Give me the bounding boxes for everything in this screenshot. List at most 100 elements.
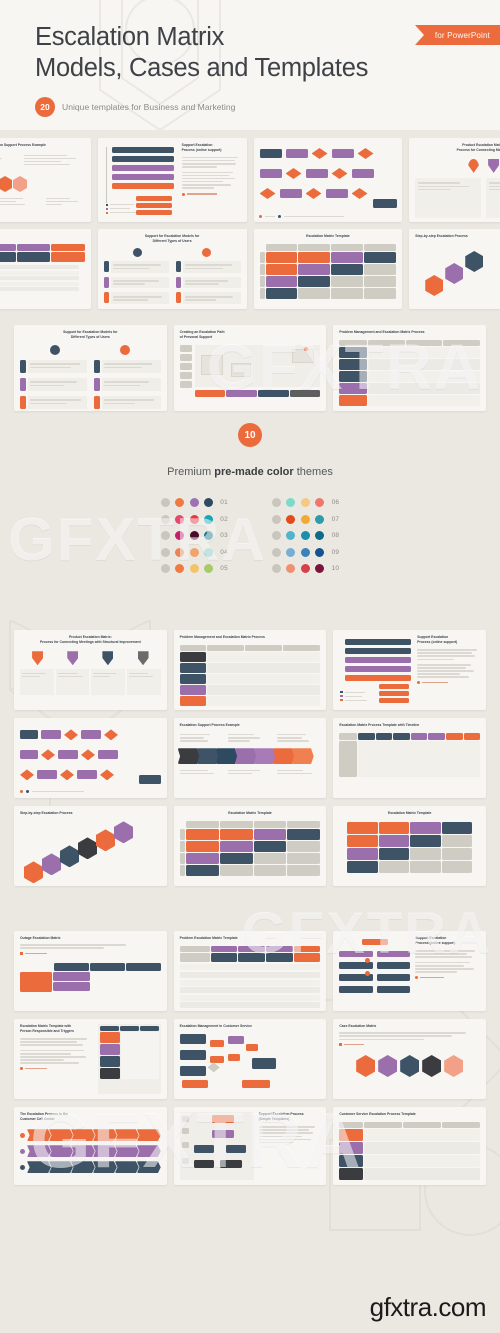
slide-title: Support Escalation Process (online suppo… — [417, 635, 458, 645]
slide-title: Escalation Matrix Template — [228, 811, 272, 816]
slide-title: The Escalation Process in the Customer C… — [20, 1112, 69, 1122]
theme-swatch — [160, 564, 170, 574]
theme-column-right: 06 07 08 09 10 — [272, 498, 340, 574]
themes-heading-bold: pre-made color — [214, 466, 294, 478]
theme-number: 05 — [220, 565, 228, 573]
slide-row-3: Support for Escalation Models for Differ… — [0, 309, 500, 411]
theme-column-left: 01 02 03 04 05 — [160, 498, 228, 574]
slide-thumbnail[interactable]: Escalation Matrix Template — [333, 806, 487, 887]
theme-row-09[interactable]: 09 — [272, 547, 340, 557]
theme-row-04[interactable]: 04 — [160, 547, 228, 557]
slide-title: Outage Escalation Matrix — [20, 936, 61, 941]
slide-row-4: Product Escalation Matrix: Process for C… — [0, 573, 500, 711]
theme-number: 09 — [331, 548, 340, 556]
theme-swatch — [175, 564, 185, 574]
slide-thumbnail[interactable]: Escalation Matrix Process Template with … — [333, 718, 487, 799]
theme-swatch — [175, 514, 185, 524]
slide-thumbnail[interactable]: Escalation Matrix Template — [173, 806, 327, 887]
slide-thumbnail[interactable]: Creating an Escalation Path of Personal … — [173, 325, 327, 411]
theme-swatch — [315, 564, 325, 574]
slide-thumbnail[interactable]: Escalation Matrix Template — [253, 229, 403, 309]
slide-row-5: Escalation Support Process Example Escal… — [0, 710, 500, 799]
slide-thumbnail[interactable]: Support Escalation Process (Simple Templ… — [173, 1107, 327, 1186]
slide-title: Escalation Management in Customer Servic… — [179, 1024, 253, 1029]
slide-thumbnail[interactable]: Product Escalation Matrix: Process for C… — [14, 630, 167, 711]
theme-row-08[interactable]: 08 — [272, 531, 339, 541]
theme-swatch — [272, 547, 281, 557]
slide-thumbnail[interactable]: Problem Management and Escalation Matrix… — [173, 630, 327, 711]
slide-title: Support for Escalation Models for Differ… — [144, 234, 200, 243]
slide-row-6: Step-by-step Escalation Process Escalati… — [0, 798, 500, 887]
slide-thumbnail[interactable]: Case Escalation Matrix — [333, 1019, 487, 1100]
slide-title: Product Escalation Matrix: Process for C… — [456, 143, 500, 152]
slide-title: Escalation Matrix Template — [387, 811, 432, 816]
theme-swatch — [160, 498, 170, 507]
slide-thumbnail[interactable]: Escalation Management in Customer Servic… — [173, 1019, 327, 1100]
slide-thumbnail[interactable]: Step-by-step Escalation Process — [409, 229, 500, 309]
title-line-2: Models, Cases and Templates — [35, 54, 369, 82]
slide-row-2: Escalation Matrix Template — [0, 222, 500, 309]
slide-thumbnail[interactable]: Step-by-step Escalation Process — [14, 806, 167, 887]
themes-heading-post: themes — [293, 466, 333, 478]
theme-row-05[interactable]: 05 — [160, 564, 228, 574]
slide-thumbnail[interactable]: Product Escalation Matrix: Process for C… — [409, 138, 500, 222]
themes-heading-pre: Premium — [167, 466, 215, 478]
slide-thumbnail[interactable]: Support for Escalation Models for Differ… — [14, 325, 167, 411]
slide-thumbnail[interactable]: Support Escalation Process (online suppo… — [333, 630, 487, 711]
themes-heading: Premium pre-made color themes — [0, 466, 500, 478]
theme-number: 06 — [331, 499, 340, 506]
slide-row-1: Escalation Support Process Example — [0, 130, 500, 222]
slide-thumbnail[interactable]: Customer Service Escalation Process Temp… — [333, 1107, 487, 1186]
theme-swatch — [272, 498, 281, 507]
slide-title: Escalation Matrix Template with Person R… — [20, 1024, 74, 1034]
slide-thumbnail[interactable] — [253, 138, 403, 222]
slide-thumbnail[interactable]: Problem Management and Escalation Matrix… — [333, 325, 487, 411]
theme-swatch — [203, 564, 213, 574]
theme-swatch — [300, 514, 310, 524]
slide-thumbnail[interactable]: Support Escalation Process (online suppo… — [333, 931, 487, 1012]
theme-swatch — [315, 531, 325, 541]
page-header: Escalation Matrix Models, Cases and Temp… — [0, 0, 500, 130]
slide-thumbnail[interactable]: Problem Escalation Matrix Template — [173, 931, 327, 1012]
powerpoint-ribbon-badge: for PowerPoint — [414, 25, 500, 45]
slide-thumbnail[interactable]: Escalation Matrix Template with Person R… — [14, 1019, 167, 1100]
slide-row-8: Escalation Matrix Template with Person R… — [0, 1011, 500, 1100]
title-line-1: Escalation Matrix — [35, 23, 225, 51]
slide-title: Support Escalation Process (online suppo… — [415, 936, 456, 946]
theme-number: 04 — [220, 548, 228, 556]
theme-swatch — [175, 498, 185, 507]
slide-thumbnail[interactable] — [14, 718, 167, 799]
theme-row-03[interactable]: 03 — [160, 531, 228, 541]
theme-swatch — [175, 531, 185, 541]
theme-swatch — [272, 514, 281, 524]
theme-row-10[interactable]: 10 — [272, 564, 339, 574]
slide-title: Escalation Support Process Example — [0, 143, 46, 147]
theme-row-02[interactable]: 02 — [160, 514, 228, 524]
theme-swatch — [272, 531, 281, 541]
slide-thumbnail[interactable]: Support for Escalation Models for Differ… — [97, 229, 247, 309]
theme-swatch — [300, 531, 310, 541]
slide-row-9: The Escalation Process in the Customer C… — [0, 1099, 500, 1186]
theme-row-07[interactable]: 07 — [272, 514, 339, 524]
slide-title: Customer Service Escalation Process Temp… — [339, 1112, 416, 1117]
page-root: Escalation Matrix Models, Cases and Temp… — [0, 0, 500, 1333]
slide-title: Support Escalation Process (Simple Templ… — [258, 1112, 304, 1122]
theme-row-06[interactable]: 06 — [272, 498, 339, 507]
slide-thumbnail[interactable]: Escalation Support Process Example — [173, 718, 327, 799]
slide-title: Support for Escalation Models for Differ… — [63, 330, 118, 339]
theme-swatch — [203, 498, 213, 507]
theme-swatch — [286, 547, 296, 557]
theme-number: 03 — [220, 532, 228, 540]
slide-thumbnail[interactable]: The Escalation Process in the Customer C… — [14, 1107, 167, 1186]
slide-title: Support Escalation Process (online suppo… — [181, 143, 222, 152]
theme-row-01[interactable]: 01 — [160, 498, 228, 507]
slide-title: Escalation Matrix Template — [306, 234, 350, 238]
slide-thumbnail[interactable]: Outage Escalation Matrix — [14, 931, 167, 1012]
slide-thumbnail[interactable]: Escalation Matrix Template — [0, 229, 91, 309]
slide-thumbnail[interactable]: Escalation Support Process Example — [0, 138, 91, 222]
theme-swatch — [189, 564, 199, 574]
theme-swatch — [160, 531, 170, 541]
slide-thumbnail[interactable]: Support Escalation Process (online suppo… — [97, 138, 247, 222]
theme-swatch — [286, 564, 296, 574]
slide-row-7: Outage Escalation Matrix Problem Escalat… — [0, 886, 500, 1012]
